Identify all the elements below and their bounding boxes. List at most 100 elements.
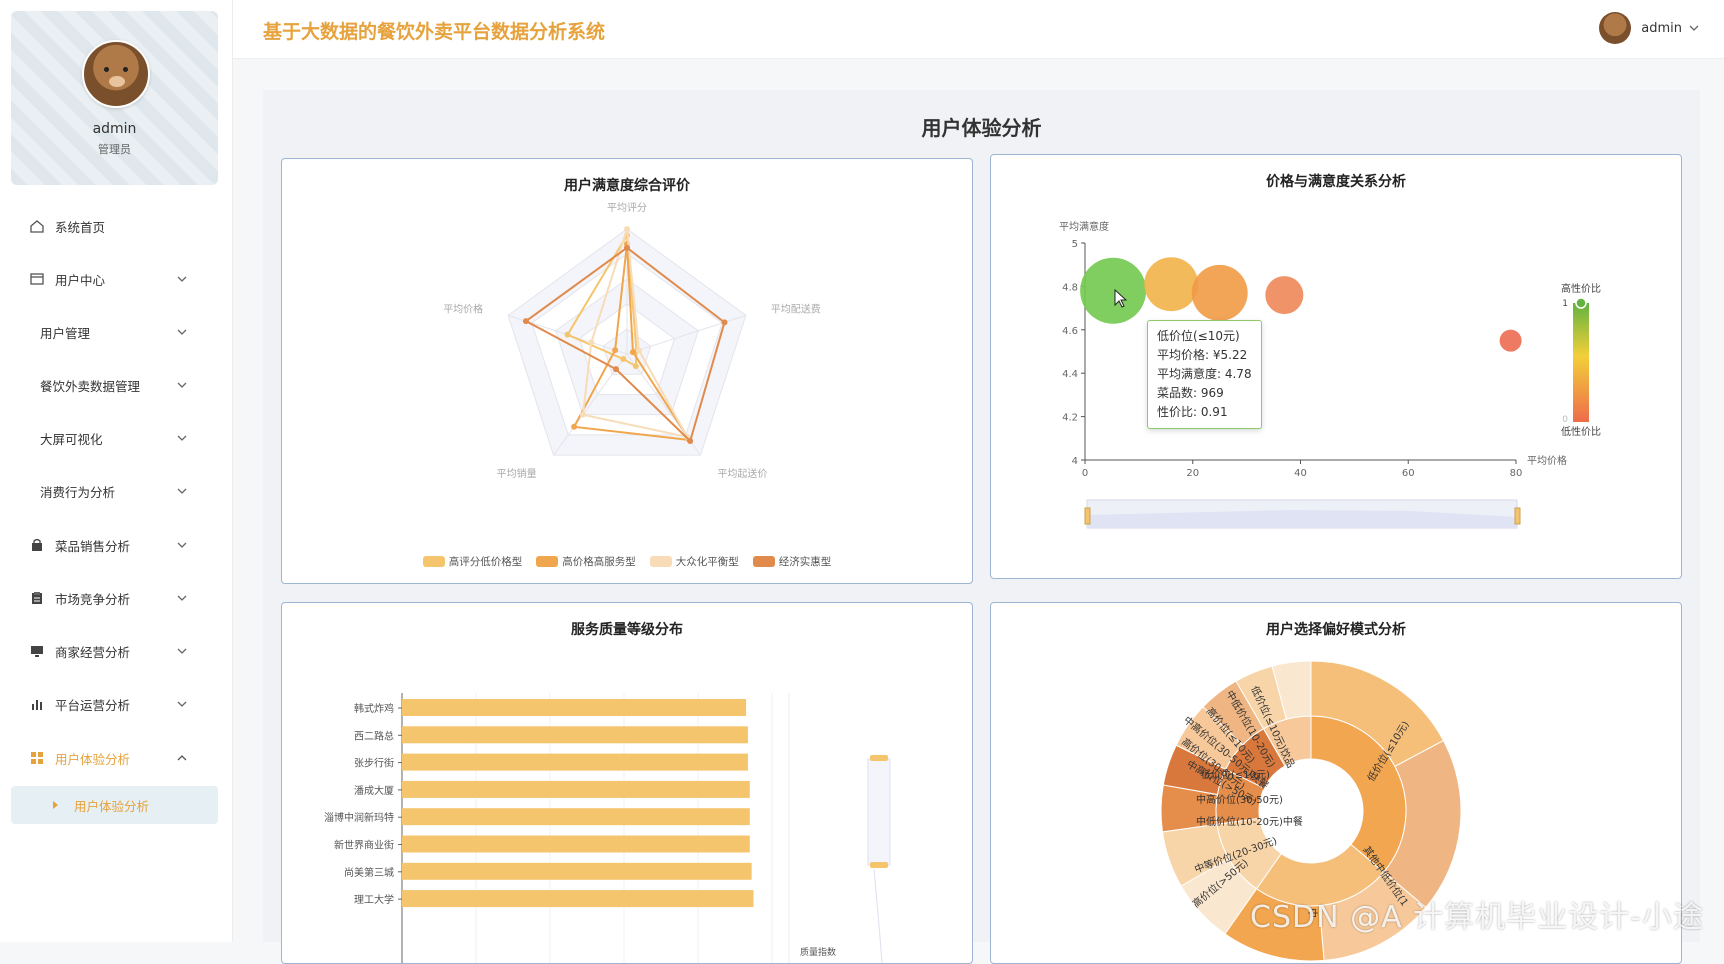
avatar-eye bbox=[104, 67, 109, 72]
grid-icon bbox=[29, 750, 45, 766]
y-tick-label: 4.4 bbox=[1062, 369, 1078, 380]
legend-item[interactable]: 经济实惠型 bbox=[752, 554, 832, 569]
chevron-down-icon[interactable] bbox=[1688, 22, 1700, 34]
bar-panel: 服务质量等级分布 韩式炸鸡 西二路总 张步行街 潘成大厦 淄博中润新玛特 新世界商业街 尚美… bbox=[281, 602, 973, 964]
bar bbox=[402, 862, 752, 880]
sidebar-item-label: 市场竞争分析 bbox=[55, 591, 131, 607]
sidebar-item[interactable]: 消费行为分析 bbox=[11, 473, 218, 509]
clipboard-icon bbox=[29, 590, 45, 606]
y-tick-label: 尚美第三城 bbox=[344, 866, 394, 879]
chevron-down-icon[interactable] bbox=[176, 273, 188, 288]
radar-chart[interactable]: 平均评分平均配送费平均起送价 平均销量 平均价格 bbox=[282, 189, 972, 569]
chevron-up-icon[interactable] bbox=[176, 752, 188, 767]
chevron-down-icon[interactable] bbox=[176, 592, 188, 607]
sidebar-item[interactable]: 用户管理 bbox=[11, 314, 218, 350]
radar-indicator-label: 平均起送价 bbox=[717, 467, 767, 480]
visual-map-bar bbox=[1573, 303, 1589, 421]
sidebar-item[interactable]: 用户中心 bbox=[11, 261, 218, 297]
sidebar-item-label: 用户中心 bbox=[55, 272, 106, 288]
sidebar-item-label: 大屏可视化 bbox=[40, 431, 103, 447]
radar-indicator-label: 平均配送费 bbox=[771, 303, 821, 316]
tooltip-line: 菜品数: 969 bbox=[1157, 386, 1224, 400]
x-tick-label: 60 bbox=[1402, 468, 1415, 479]
bag-icon bbox=[29, 537, 45, 553]
home-icon bbox=[29, 218, 45, 234]
user-avatar[interactable] bbox=[1599, 12, 1632, 44]
sidebar-item[interactable]: 平台运营分析 bbox=[11, 686, 218, 722]
sidebar-item-label: 消费行为分析 bbox=[40, 484, 116, 500]
bar bbox=[402, 780, 750, 798]
zoom-connector bbox=[873, 868, 883, 963]
radar-point bbox=[564, 331, 571, 338]
bar bbox=[402, 890, 754, 908]
submenu-item-user-experience[interactable]: 用户体验分析 bbox=[11, 786, 218, 824]
radar-legend: 高评分低价格型 高价格高服务型 大众化平衡型 经济实惠型 bbox=[282, 554, 972, 569]
radar-point bbox=[579, 411, 586, 418]
sidebar-item[interactable]: 商家经营分析 bbox=[11, 633, 218, 669]
profile-role: 管理员 bbox=[98, 143, 131, 156]
sidebar-item-label: 商家经营分析 bbox=[55, 644, 131, 660]
sidebar-item[interactable]: 大屏可视化 bbox=[11, 420, 218, 456]
legend-item[interactable]: 高价格高服务型 bbox=[536, 554, 636, 569]
visual-map-high-label: 高性价比 bbox=[1561, 282, 1601, 295]
y-axis-label: 平均满意度 bbox=[1059, 220, 1109, 233]
radar-point bbox=[620, 356, 627, 363]
y-tick-label: 4.2 bbox=[1062, 413, 1078, 424]
scatter-chart[interactable]: 0 20 40 60 80 4 4.2 4.4 4.6 4.8 5 平均满意度平均价格 高性价比低性价比… bbox=[991, 155, 1681, 578]
legend-item[interactable]: 大众化平衡型 bbox=[649, 554, 739, 569]
visual-map-handle bbox=[1575, 297, 1587, 309]
side-axis-label: 质量指数 bbox=[800, 946, 836, 958]
data-zoom-handle-right bbox=[1514, 507, 1521, 525]
vertical-zoom-handle bbox=[870, 862, 888, 868]
chevron-down-icon[interactable] bbox=[176, 698, 188, 713]
y-tick-label: 新世界商业街 bbox=[334, 839, 394, 852]
bar bbox=[402, 726, 748, 744]
bar-chart[interactable]: 韩式炸鸡西二路总张步行街潘成大厦淄博中润新玛特新世界商业街尚美第三城理工大学质量… bbox=[282, 603, 972, 963]
radar-point bbox=[571, 423, 578, 430]
bar-chart-icon bbox=[29, 696, 45, 712]
radar-point bbox=[687, 437, 694, 444]
y-tick-label: 5 bbox=[1072, 239, 1078, 250]
chevron-down-icon[interactable] bbox=[176, 379, 188, 394]
sidebar-item[interactable]: 市场竞争分析 bbox=[11, 580, 218, 616]
y-tick-label: 西二路总 bbox=[354, 729, 394, 742]
sidebar-item[interactable]: 用户体验分析 bbox=[11, 740, 218, 776]
sidebar-item[interactable]: 餐饮外卖数据管理 bbox=[11, 367, 218, 403]
bar bbox=[402, 808, 750, 826]
radar-point bbox=[588, 339, 595, 346]
radar-point bbox=[721, 319, 728, 326]
y-tick-label: 4 bbox=[1072, 456, 1078, 467]
chevron-down-icon[interactable] bbox=[176, 485, 188, 500]
tooltip-line: 平均满意度: 4.78 bbox=[1157, 367, 1252, 381]
avatar[interactable] bbox=[82, 40, 150, 108]
main-content: 用户体验分析 用户满意度综合评价 平均评分 平均配送费 平均起送价 平均销量 平均价格 … bbox=[263, 90, 1700, 964]
app-title: 基于大数据的餐饮外卖平台数据分析系统 bbox=[263, 21, 606, 43]
sidebar: admin 管理员 系统首页用户中心用户管理餐饮外卖数据管理 大屏可视化消费行为分… bbox=[0, 0, 233, 942]
sidebar-item-label: 餐饮外卖数据管理 bbox=[40, 378, 141, 394]
chevron-down-icon[interactable] bbox=[176, 645, 188, 660]
chevron-down-icon[interactable] bbox=[176, 326, 188, 341]
y-tick-label: 4.6 bbox=[1062, 326, 1078, 337]
visual-map-handle bbox=[1573, 419, 1589, 422]
legend-item[interactable]: 高评分低价格型 bbox=[422, 554, 522, 569]
sidebar-item[interactable]: 菜品销售分析 bbox=[11, 527, 218, 563]
user-card-icon bbox=[29, 271, 45, 287]
x-tick-label: 40 bbox=[1294, 468, 1307, 479]
user-name[interactable]: admin bbox=[1641, 21, 1682, 36]
user-menu[interactable]: admin bbox=[1599, 12, 1700, 44]
radar-point bbox=[522, 318, 529, 325]
legend-label: 大众化平衡型 bbox=[675, 556, 739, 568]
submenu-item-label: 用户体验分析 bbox=[74, 798, 150, 814]
radar-indicator-label: 平均价格 bbox=[443, 303, 483, 316]
radar-point bbox=[632, 363, 639, 370]
x-axis-label: 平均价格 bbox=[1527, 454, 1567, 467]
chevron-down-icon[interactable] bbox=[176, 539, 188, 554]
legend-swatch bbox=[649, 556, 672, 567]
sidebar-item[interactable]: 系统首页 bbox=[11, 208, 218, 244]
caret-right-icon bbox=[53, 801, 58, 809]
profile-name: admin bbox=[92, 121, 137, 137]
page-title: 用户体验分析 bbox=[921, 116, 1042, 140]
legend-label: 经济实惠型 bbox=[778, 556, 832, 568]
visual-map-min-label: 0 bbox=[1562, 415, 1568, 425]
chevron-down-icon[interactable] bbox=[176, 432, 188, 447]
